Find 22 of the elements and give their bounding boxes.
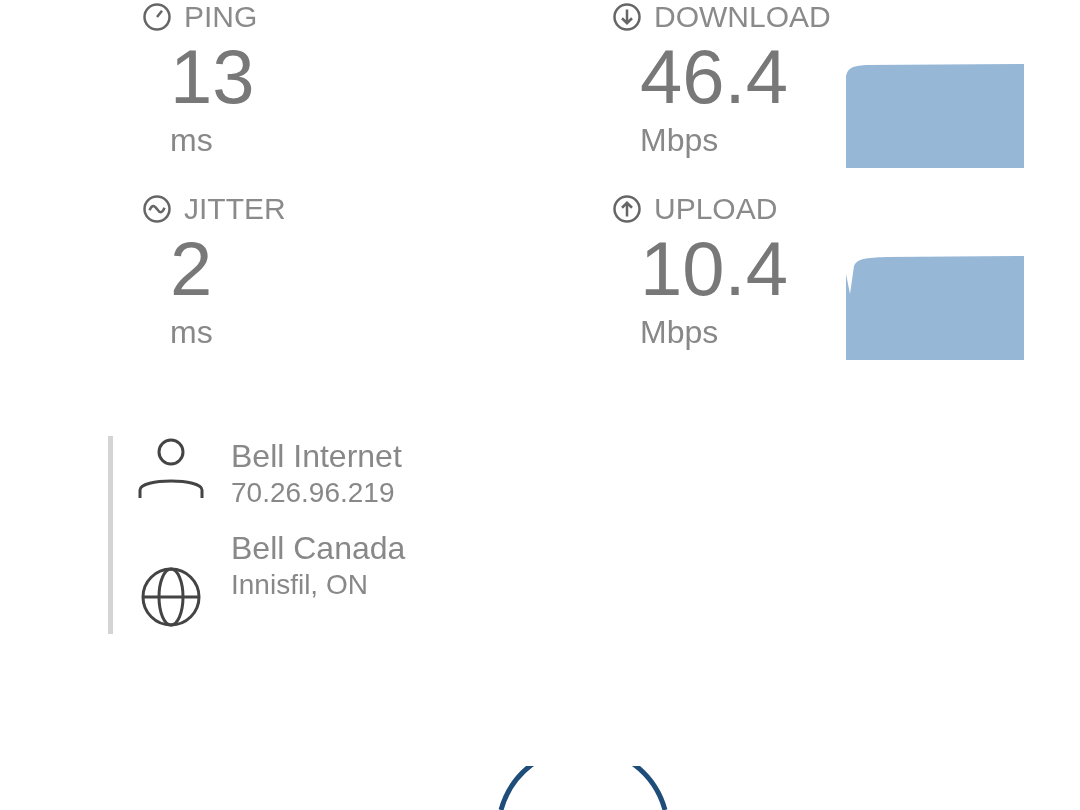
wave-icon — [142, 194, 172, 224]
metric-value: 10.4 — [640, 226, 789, 312]
download-icon — [612, 2, 642, 32]
metric-label: PING — [184, 0, 258, 34]
gauge-icon — [142, 2, 172, 32]
metric-unit: ms — [170, 121, 214, 160]
person-icon — [137, 438, 205, 500]
connection-detail: 70.26.96.219 — [231, 476, 396, 510]
connection-detail: Innisfil, ON — [231, 568, 369, 602]
metric-value: 46.4 — [640, 34, 789, 120]
metric-unit: Mbps — [640, 313, 720, 352]
metric-label: JITTER — [184, 192, 286, 226]
connection-name: Bell Canada — [231, 529, 406, 568]
connection-name: Bell Internet — [231, 437, 402, 476]
metric-label: UPLOAD — [654, 192, 778, 226]
globe-icon — [140, 566, 202, 628]
metric-value: 2 — [170, 226, 214, 312]
metric-value: 13 — [170, 34, 256, 120]
metric-label: DOWNLOAD — [654, 0, 831, 34]
metric-unit: Mbps — [640, 121, 720, 160]
metric-unit: ms — [170, 313, 214, 352]
upload-icon — [612, 194, 642, 224]
